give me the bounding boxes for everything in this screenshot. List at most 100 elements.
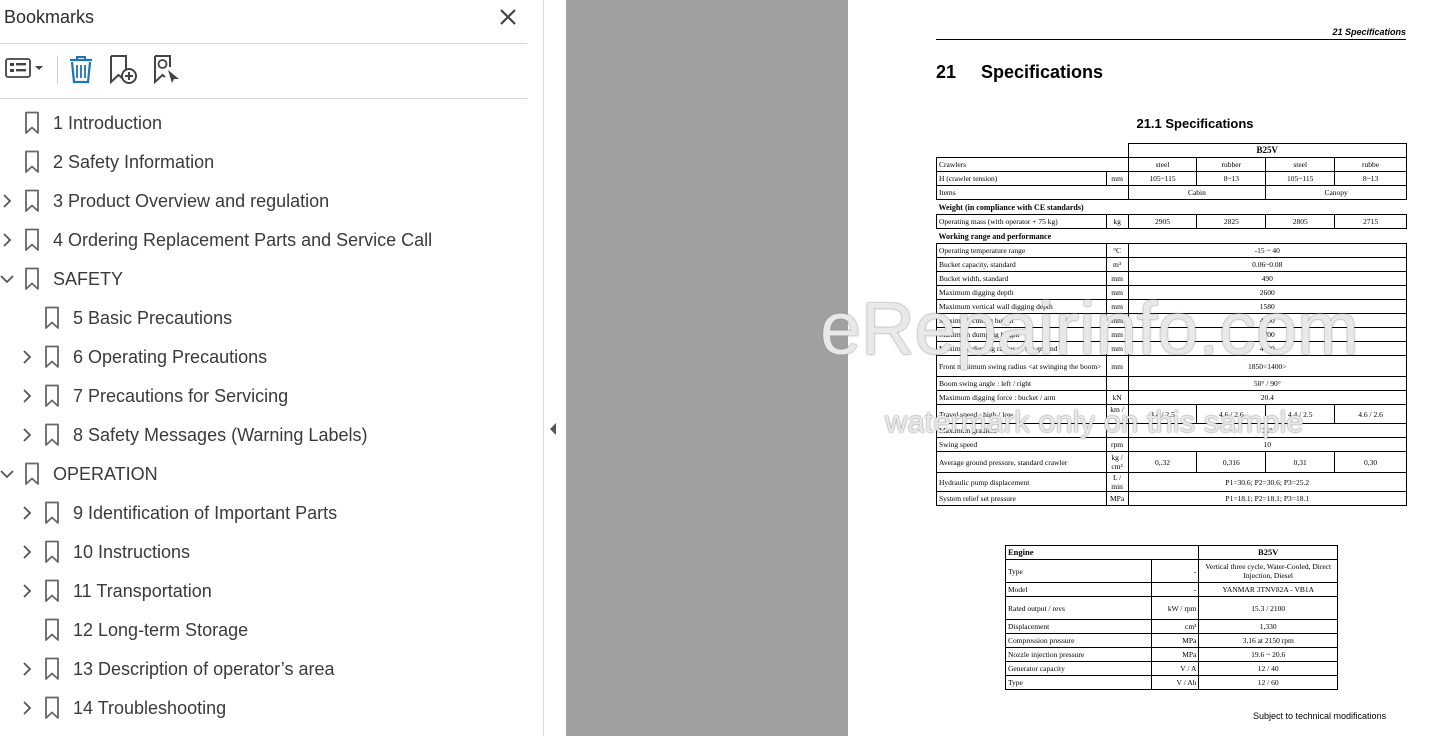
row-unit: mm [1105, 171, 1129, 186]
bookmark-icon [24, 150, 40, 174]
collapse-panel-icon[interactable] [548, 421, 558, 437]
bookmark-item[interactable]: 14 Troubleshooting [0, 689, 530, 728]
row-unit: kW / rpm [1150, 596, 1200, 620]
bookmark-label: 6 Operating Precautions [73, 347, 268, 367]
row-value: 2905 [1127, 214, 1198, 229]
row-unit: kg / cm² [1105, 451, 1129, 473]
row-label: Type [1005, 559, 1152, 583]
row-value: 8~13 [1196, 171, 1267, 186]
chevron-right-icon[interactable] [20, 544, 34, 560]
crawler-type: steel [1265, 157, 1336, 172]
engine-model-header: B25V [1198, 545, 1338, 560]
chevron-down-icon[interactable] [0, 466, 14, 482]
cabin-label: Cabin [1127, 185, 1267, 200]
row-label: H (crawler tension) [936, 171, 1107, 186]
bookmark-find-icon[interactable] [151, 53, 183, 85]
bookmark-add-icon[interactable] [106, 53, 140, 85]
bookmark-item[interactable]: SAFETY [0, 260, 530, 299]
bookmark-item[interactable]: 12 Long-term Storage [0, 611, 530, 650]
panel-splitter[interactable] [544, 0, 567, 736]
row-unit: °C [1105, 243, 1129, 258]
row-label: Average ground pressure, standard crawle… [936, 451, 1107, 473]
bookmark-label: 2 Safety Information [53, 152, 215, 172]
chevron-right-icon[interactable] [0, 232, 14, 248]
trash-icon[interactable] [66, 53, 96, 85]
watermark-text: eRepairinfo.com [820, 287, 1359, 370]
row-value: 0.06~0.08 [1127, 257, 1408, 272]
bookmark-item[interactable]: 3 Product Overview and regulation [0, 182, 530, 221]
bookmarks-panel: Bookmarks 1 Introduction 2 Safety Inform… [0, 0, 544, 736]
bookmark-item[interactable]: 2 Safety Information [0, 143, 530, 182]
row-value: 12 / 60 [1198, 675, 1338, 690]
row-unit [1105, 376, 1129, 391]
row-unit: m³ [1105, 257, 1129, 272]
row-value: 50° / 90° [1127, 376, 1408, 391]
canopy-label: Canopy [1265, 185, 1407, 200]
bookmark-item[interactable]: 8 Safety Messages (Warning Labels) [0, 416, 530, 455]
bookmark-label: 3 Product Overview and regulation [53, 191, 330, 211]
table-row: Displacement cm³ 1,330 [1005, 619, 1338, 634]
chevron-right-icon[interactable] [20, 349, 34, 365]
crawler-type: rubber [1196, 157, 1267, 172]
bookmark-icon [44, 501, 60, 525]
bookmark-item[interactable]: 13 Description of operator’s area [0, 650, 530, 689]
bookmark-item[interactable]: 10 Instructions [0, 533, 530, 572]
bookmark-label: 5 Basic Precautions [73, 308, 233, 328]
row-unit: V / Ah [1150, 675, 1200, 690]
list-options-icon[interactable] [4, 53, 48, 85]
row-unit: kN [1105, 390, 1129, 405]
chevron-right-icon[interactable] [20, 661, 34, 677]
toolbar-divider [57, 56, 58, 84]
chevron-right-icon[interactable] [20, 700, 34, 716]
row-value: 0,30 [1334, 451, 1407, 473]
bookmark-item[interactable]: 9 Identification of Important Parts [0, 494, 530, 533]
bookmark-item[interactable]: 1 Introduction [0, 104, 530, 143]
table-row: Compression pressure MPa 3,16 at 2150 rpm [1005, 633, 1338, 648]
table-row: Operating temperature range °C -15 ~ 40 [936, 243, 1408, 258]
section-label: Working range and performance [938, 231, 1052, 241]
table-row: Rated output / revs kW / rpm 15.3 / 2100 [1005, 596, 1338, 620]
bookmark-icon [24, 462, 40, 486]
engine-header: Engine [1004, 545, 1200, 560]
bookmark-icon [24, 267, 40, 291]
bookmark-item[interactable]: 6 Operating Precautions [0, 338, 530, 377]
row-value: 2805 [1265, 214, 1336, 229]
bookmark-label: 10 Instructions [73, 542, 191, 562]
close-icon[interactable] [497, 6, 519, 28]
row-label: Displacement [1005, 619, 1152, 634]
row-label: Compression pressure [1005, 633, 1152, 648]
running-head: 21 Specifications [1332, 27, 1406, 37]
row-label: Rated output / revs [1005, 596, 1152, 620]
bookmark-icon [44, 540, 60, 564]
chapter-title: Specifications [981, 62, 1104, 82]
chevron-right-icon[interactable] [20, 505, 34, 521]
chevron-right-icon[interactable] [20, 427, 34, 443]
bookmark-item[interactable]: 7 Precautions for Servicing [0, 377, 530, 416]
chevron-right-icon[interactable] [20, 583, 34, 599]
bookmark-label: 12 Long-term Storage [73, 620, 249, 640]
row-label: Operating mass (with operator + 75 kg) [936, 214, 1107, 229]
bookmark-item[interactable]: 11 Transportation [0, 572, 530, 611]
row-value: 0,.32 [1127, 451, 1198, 473]
header-rule [936, 39, 1406, 40]
bookmark-item[interactable]: OPERATION [0, 455, 530, 494]
row-label: System relief set pressure [936, 491, 1107, 506]
chevron-right-icon[interactable] [0, 193, 14, 209]
row-value: 8~13 [1334, 171, 1407, 186]
bookmark-item[interactable]: 5 Basic Precautions [0, 299, 530, 338]
watermark-subtext: watermark only on this sample [885, 404, 1304, 439]
bookmark-icon [44, 696, 60, 720]
chevron-right-icon[interactable] [20, 388, 34, 404]
bookmark-item[interactable]: 4 Ordering Replacement Parts and Service… [0, 221, 530, 260]
bookmark-label: 4 Ordering Replacement Parts and Service… [53, 230, 433, 250]
row-value: 105~115 [1127, 171, 1198, 186]
row-value: 2825 [1196, 214, 1267, 229]
row-value: -15 ~ 40 [1127, 243, 1408, 258]
panel-title: Bookmarks [4, 7, 95, 27]
chevron-down-icon[interactable] [0, 271, 14, 287]
bookmark-label: 11 Transportation [73, 581, 212, 601]
table-row: Bucket capacity, standard m³ 0.06~0.08 [936, 257, 1408, 272]
row-value: 490 [1127, 271, 1408, 286]
row-label: Nozzle injection pressure [1005, 647, 1152, 662]
bookmark-label: 13 Description of operator’s area [73, 659, 335, 679]
